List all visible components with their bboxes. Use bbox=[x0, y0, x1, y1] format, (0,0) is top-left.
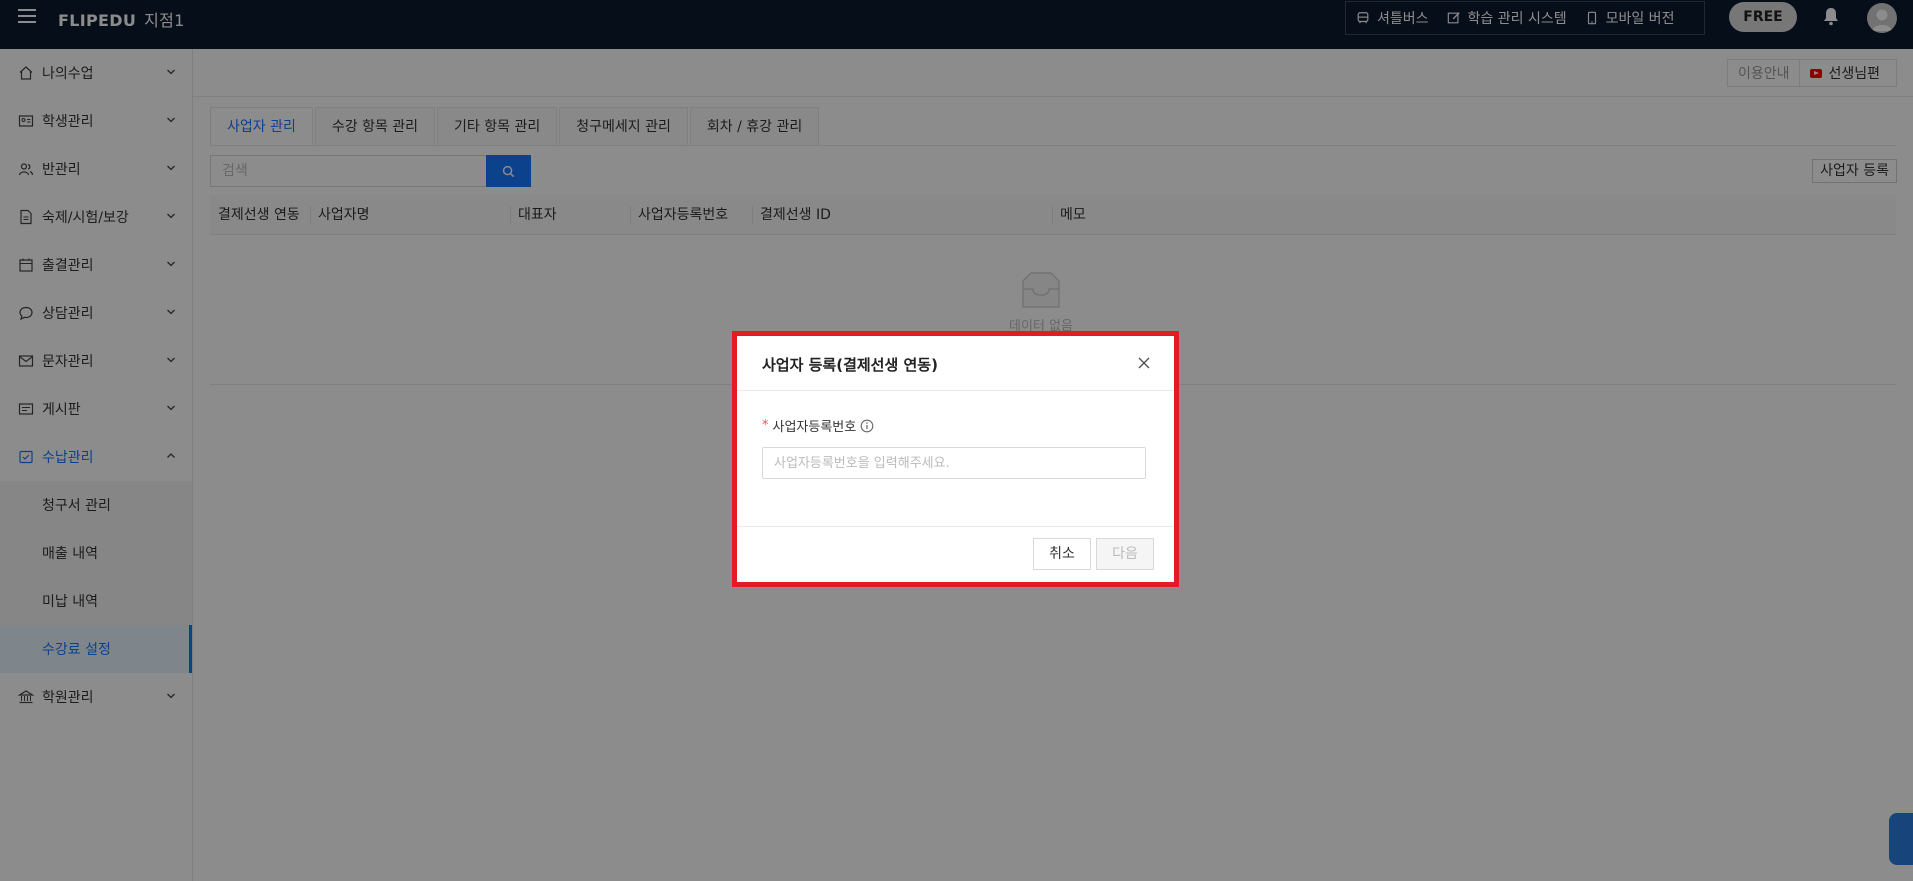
modal-header: 사업자 등록(결제선생 연동) bbox=[737, 336, 1174, 391]
modal-body: * 사업자등록번호 bbox=[762, 416, 1149, 479]
cancel-button[interactable]: 취소 bbox=[1033, 538, 1091, 570]
business-number-label-text: 사업자등록번호 bbox=[772, 420, 857, 435]
close-icon[interactable] bbox=[1136, 355, 1152, 371]
modal-title: 사업자 등록(결제선생 연동) bbox=[762, 356, 938, 374]
business-number-input[interactable] bbox=[762, 447, 1146, 479]
required-mark: * bbox=[762, 418, 769, 433]
register-business-modal: 사업자 등록(결제선생 연동) * 사업자등록번호 취소 다음 bbox=[732, 331, 1179, 587]
modal-footer: 취소 다음 bbox=[737, 526, 1174, 582]
info-icon[interactable] bbox=[860, 419, 874, 433]
next-button[interactable]: 다음 bbox=[1096, 538, 1154, 570]
business-number-label: * 사업자등록번호 bbox=[762, 416, 1149, 435]
